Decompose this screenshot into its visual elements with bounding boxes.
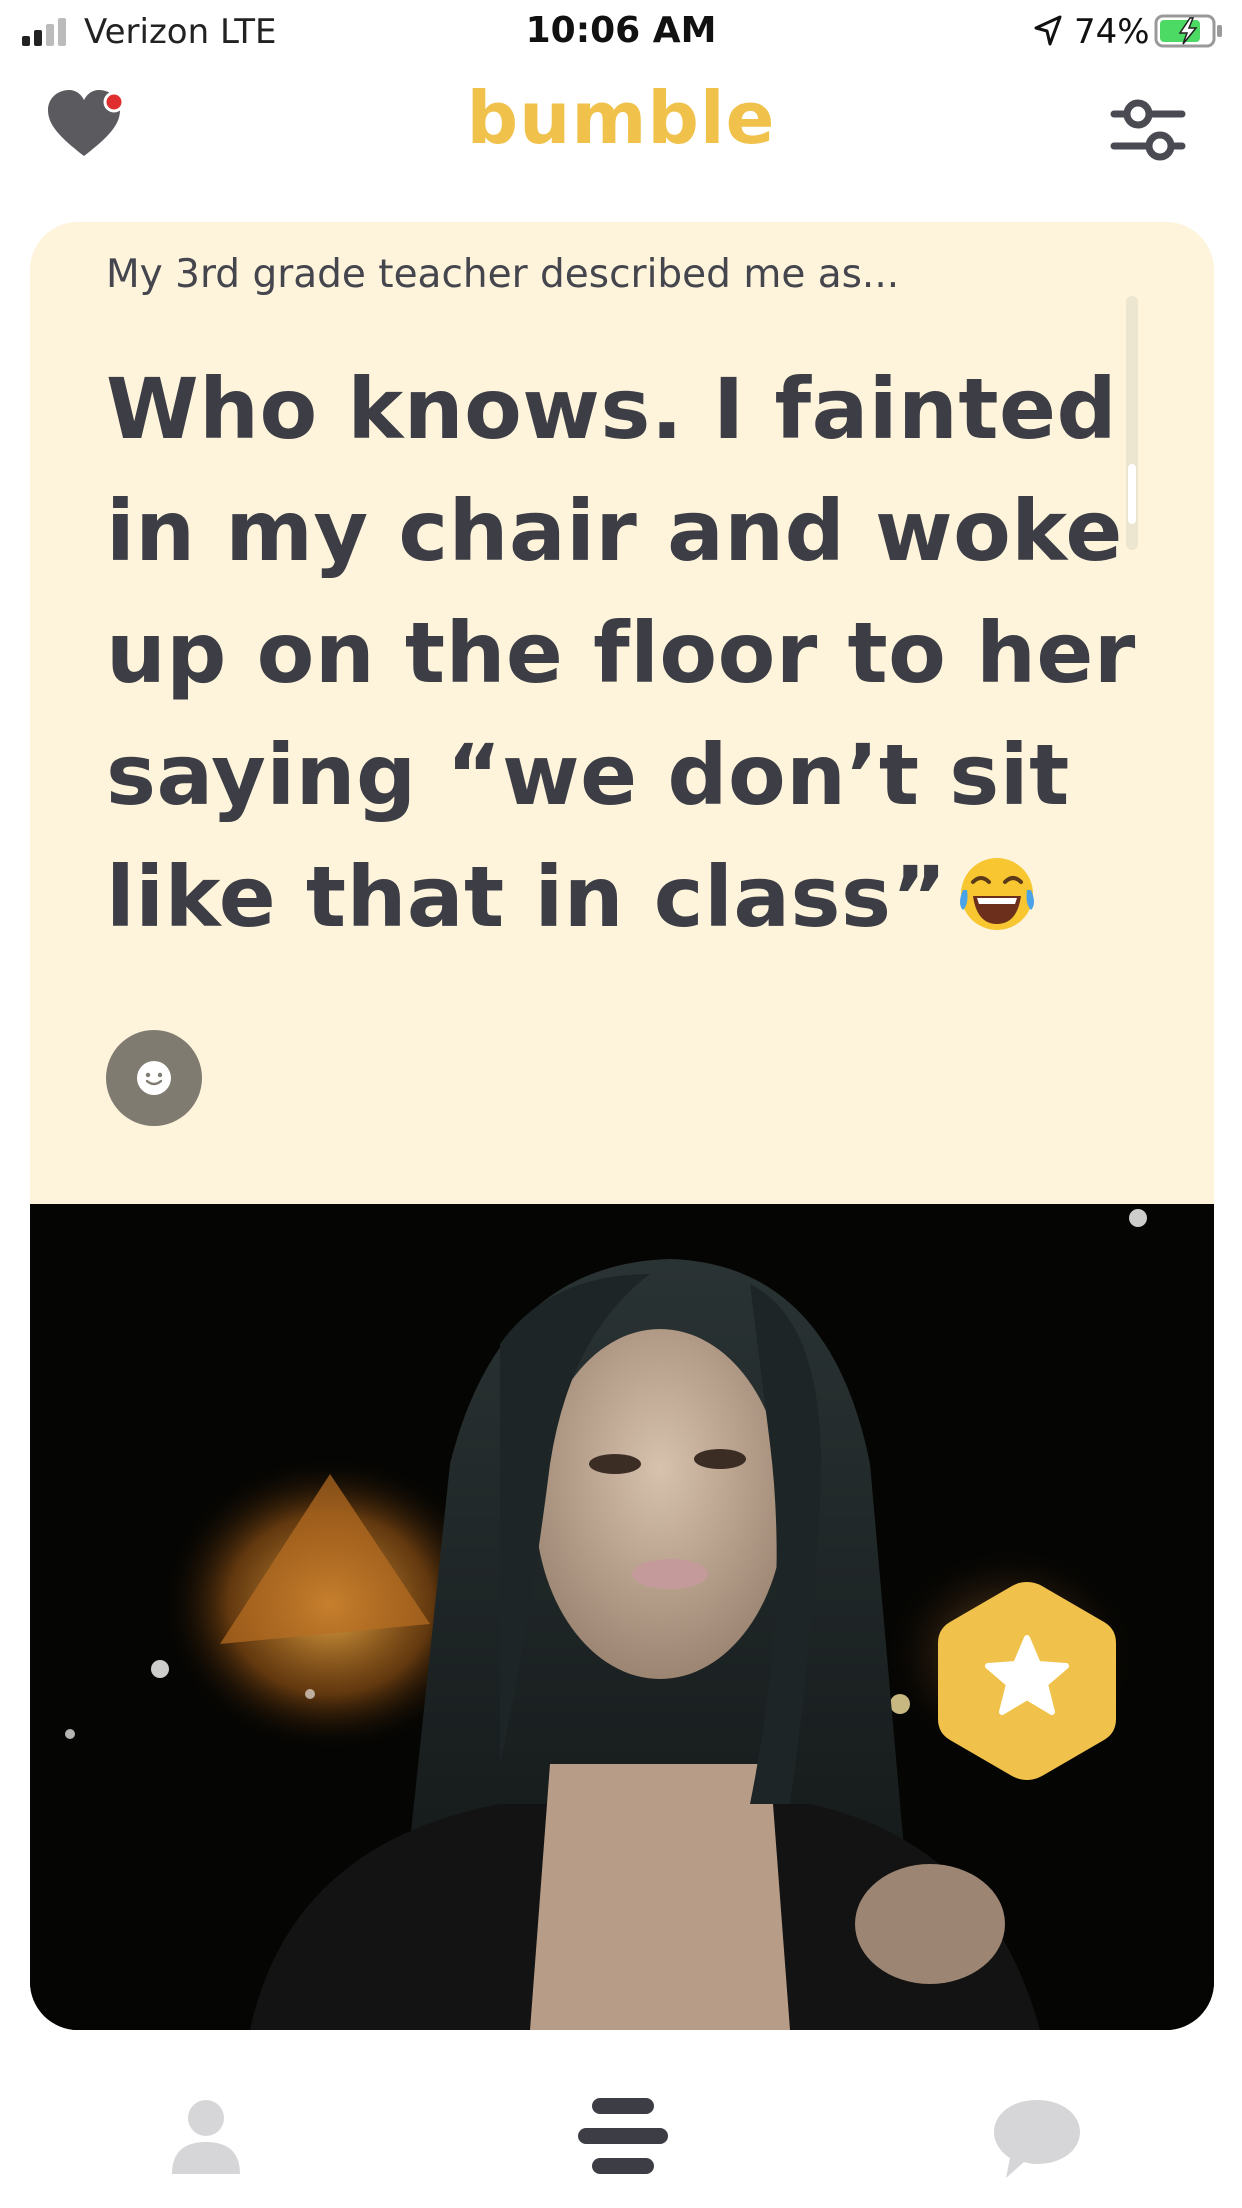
smiley-icon <box>137 1061 171 1095</box>
bumble-logo: bumble <box>466 76 776 160</box>
prompt-question: My 3rd grade teacher described me as... <box>106 252 900 297</box>
prompt-section: My 3rd grade teacher described me as... … <box>30 222 1214 1204</box>
scrollbar-thumb[interactable] <box>1128 464 1136 524</box>
battery-percentage: 74% <box>1074 12 1150 52</box>
superswipe-button[interactable] <box>932 1576 1122 1786</box>
location-arrow-icon <box>1034 15 1062 46</box>
filter-icon[interactable] <box>1110 94 1186 166</box>
nav-profile-icon[interactable] <box>170 2098 242 2176</box>
battery-charging-icon <box>1154 14 1222 48</box>
prompt-answer: Who knows. I fainted in my chair and wok… <box>106 348 1156 958</box>
nav-discover-icon[interactable] <box>578 2098 668 2174</box>
react-button[interactable] <box>106 1030 202 1126</box>
laughing-emoji-icon <box>960 858 1035 930</box>
nav-chat-icon[interactable] <box>992 2098 1082 2180</box>
status-bar: Verizon LTE 10:06 AM 74% <box>0 0 1242 64</box>
